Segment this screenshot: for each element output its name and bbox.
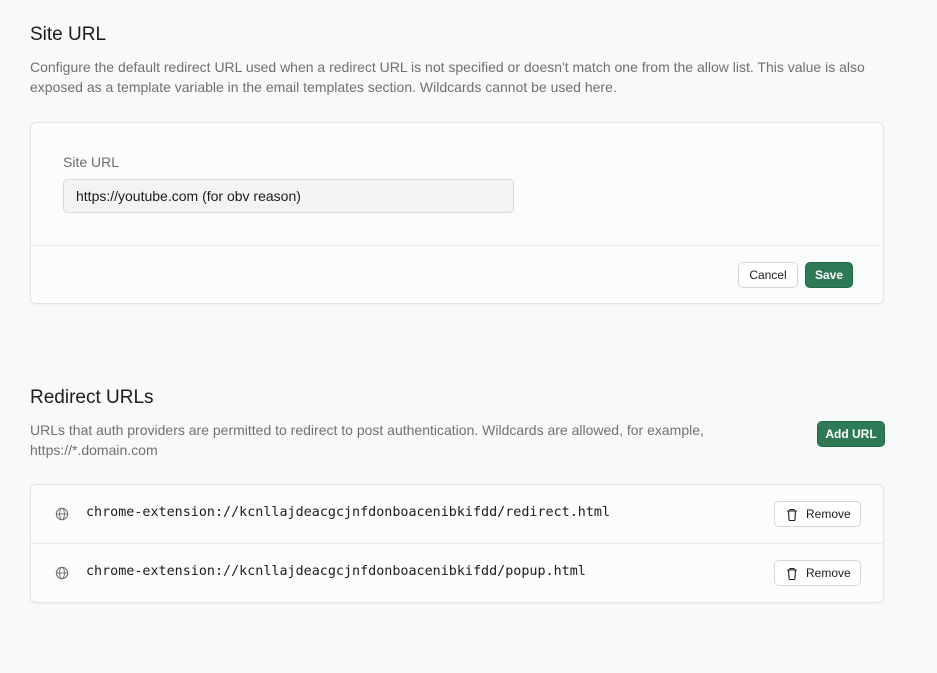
redirect-url-row: chrome-extension://kcnllajdeacgcjnfdonbo… bbox=[31, 544, 883, 602]
redirect-urls-list: chrome-extension://kcnllajdeacgcjnfdonbo… bbox=[30, 484, 884, 603]
redirect-urls-description-line-2: https://*.domain.com bbox=[30, 442, 158, 458]
trash-icon bbox=[787, 567, 797, 580]
redirect-url-row: chrome-extension://kcnllajdeacgcjnfdonbo… bbox=[31, 485, 883, 544]
redirect-urls-description-line-1: URLs that auth providers are permitted t… bbox=[30, 422, 704, 438]
remove-url-button[interactable]: Remove bbox=[774, 560, 861, 586]
site-url-field-label: Site URL bbox=[63, 154, 120, 170]
globe-icon bbox=[55, 507, 69, 521]
site-url-description: Configure the default redirect URL used … bbox=[30, 57, 865, 97]
remove-button-label: Remove bbox=[806, 566, 851, 580]
cancel-button[interactable]: Cancel bbox=[738, 262, 798, 288]
add-url-button[interactable]: Add URL bbox=[817, 421, 885, 447]
card-divider bbox=[31, 245, 883, 246]
site-url-input[interactable] bbox=[63, 179, 514, 213]
redirect-urls-title: Redirect URLs bbox=[30, 387, 154, 408]
auth-url-configuration-page: Site URL Configure the default redirect … bbox=[0, 0, 937, 673]
site-url-card: Site URL Cancel Save bbox=[30, 122, 884, 304]
remove-button-label: Remove bbox=[806, 507, 851, 521]
site-url-description-line-2: exposed as a template variable in the em… bbox=[30, 79, 617, 95]
redirect-urls-description: URLs that auth providers are permitted t… bbox=[30, 420, 704, 460]
site-url-description-line-1: Configure the default redirect URL used … bbox=[30, 59, 865, 75]
save-button[interactable]: Save bbox=[805, 262, 853, 288]
trash-icon bbox=[787, 508, 797, 521]
site-url-title: Site URL bbox=[30, 24, 107, 45]
globe-icon bbox=[55, 566, 69, 580]
redirect-url-text: chrome-extension://kcnllajdeacgcjnfdonbo… bbox=[86, 505, 611, 520]
remove-url-button[interactable]: Remove bbox=[774, 501, 861, 527]
redirect-url-text: chrome-extension://kcnllajdeacgcjnfdonbo… bbox=[86, 564, 586, 579]
